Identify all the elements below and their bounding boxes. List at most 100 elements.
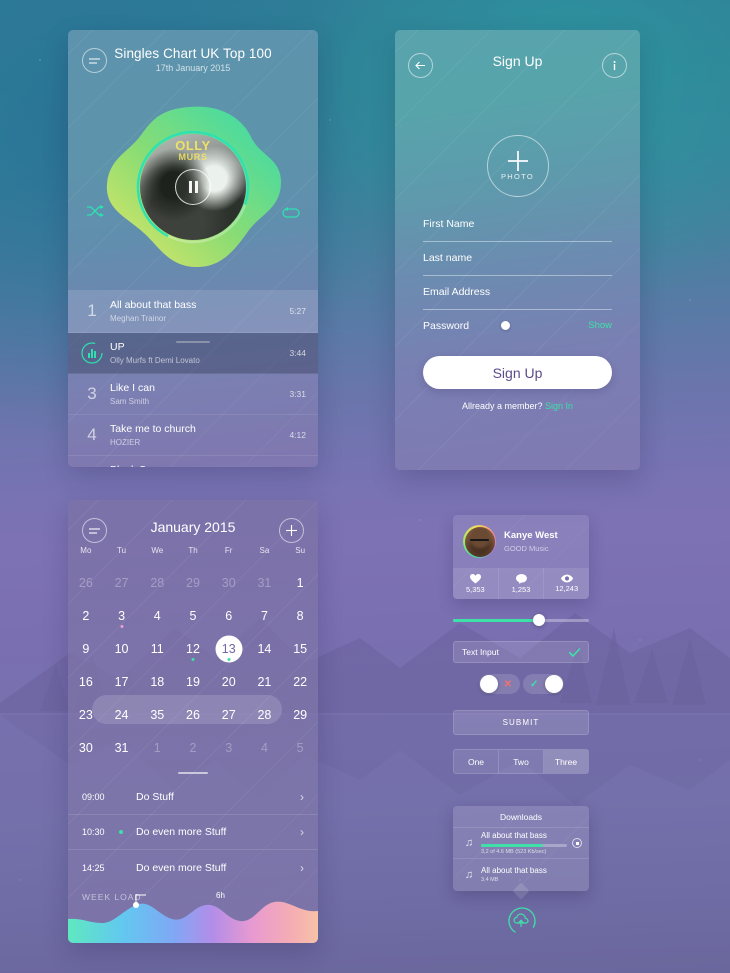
- calendar-day[interactable]: 30: [211, 566, 247, 599]
- signin-link[interactable]: Sign In: [545, 401, 573, 411]
- last-name-field[interactable]: Last name: [423, 252, 612, 276]
- stat-views[interactable]: 12,243: [544, 568, 589, 599]
- calendar-day[interactable]: 2: [68, 599, 104, 632]
- player-title: Singles Chart UK Top 100: [114, 46, 272, 61]
- calendar-day[interactable]: 3: [104, 599, 140, 632]
- toggle-on[interactable]: ✓: [523, 674, 564, 694]
- calendar-day[interactable]: 6: [211, 599, 247, 632]
- stat-value: 12,243: [555, 584, 579, 593]
- event-time: 14:25: [82, 862, 105, 873]
- calendar-day[interactable]: 7: [247, 599, 283, 632]
- calendar-day[interactable]: 26: [175, 698, 211, 731]
- calendar-day[interactable]: 27: [211, 698, 247, 731]
- calendar-day[interactable]: 29: [175, 566, 211, 599]
- calendar-day[interactable]: 10: [104, 632, 140, 665]
- calendar-day[interactable]: 23: [68, 698, 104, 731]
- segment-one[interactable]: One: [454, 750, 499, 773]
- slider-knob[interactable]: [532, 614, 545, 626]
- signup-submit-button[interactable]: Sign Up: [423, 356, 612, 389]
- track-row[interactable]: 4 Take me to church HOZIER 4:12: [68, 415, 318, 456]
- calendar-day[interactable]: 3: [211, 731, 247, 764]
- cloud-download-icon[interactable]: [507, 906, 537, 936]
- calendar-day[interactable]: 1: [282, 566, 318, 599]
- calendar-day[interactable]: 19: [175, 665, 211, 698]
- email-field[interactable]: Email Address: [423, 286, 612, 330]
- download-row[interactable]: ♫ All about that bass 3.4 MB: [453, 859, 589, 890]
- calendar-day-selected[interactable]: 13: [211, 632, 247, 665]
- eye-icon: [560, 574, 573, 583]
- calendar-day[interactable]: 28: [139, 566, 175, 599]
- toggle-off[interactable]: ✕: [479, 674, 520, 694]
- calendar-day[interactable]: 26: [68, 566, 104, 599]
- calendar-day[interactable]: 28: [247, 698, 283, 731]
- pause-icon[interactable]: [175, 169, 211, 205]
- calendar-day[interactable]: 30: [68, 731, 104, 764]
- calendar-day-number: 12: [186, 641, 200, 656]
- event-name: Do even more Stuff: [136, 826, 227, 838]
- track-title: UP: [110, 341, 125, 354]
- segment-three[interactable]: Three: [544, 750, 588, 773]
- stop-download-button[interactable]: [572, 838, 582, 848]
- calendar-day-dot: [227, 658, 231, 661]
- plus-circle-icon[interactable]: [279, 518, 304, 543]
- calendar-day[interactable]: 9: [68, 632, 104, 665]
- agenda-row[interactable]: 10:30 Do even more Stuff ›: [68, 815, 318, 850]
- text-input[interactable]: Text Input: [453, 641, 589, 663]
- info-icon[interactable]: [602, 53, 627, 78]
- calendar-day[interactable]: 15: [282, 632, 318, 665]
- calendar-day[interactable]: 27: [104, 566, 140, 599]
- calendar-day[interactable]: 24: [104, 698, 140, 731]
- calendar-day[interactable]: 2: [175, 731, 211, 764]
- calendar-day[interactable]: 31: [247, 566, 283, 599]
- calendar-day-number: 7: [260, 608, 268, 623]
- calendar-day[interactable]: 14: [247, 632, 283, 665]
- submit-button[interactable]: SUBMIT: [453, 710, 589, 735]
- calendar-day-number: 31: [114, 740, 129, 755]
- calendar-day[interactable]: 4: [139, 599, 175, 632]
- stat-comments[interactable]: 1,253: [499, 568, 545, 599]
- photo-upload-button[interactable]: PHOTO: [486, 135, 549, 197]
- shuffle-icon[interactable]: [86, 204, 104, 222]
- calendar-day[interactable]: 8: [282, 599, 318, 632]
- avatar[interactable]: [463, 525, 496, 558]
- track-row-playing[interactable]: UP Olly Murfs ft Demi Lovato 3:44: [68, 333, 318, 374]
- agenda-row[interactable]: 09:00 Do Stuff ›: [68, 780, 318, 815]
- calendar-day[interactable]: 5: [175, 599, 211, 632]
- track-row[interactable]: 5 Blank Space Taylor Swift 5:23: [68, 456, 318, 467]
- agenda-row[interactable]: 14:25 Do even more Stuff ›: [68, 850, 318, 885]
- calendar-day[interactable]: 11: [139, 632, 175, 665]
- stat-likes[interactable]: 5,353: [453, 568, 499, 599]
- show-password-button[interactable]: Show: [588, 320, 612, 331]
- segment-two[interactable]: Two: [499, 750, 544, 773]
- calendar-day[interactable]: 16: [68, 665, 104, 698]
- profile-label: GOOD Music: [504, 543, 549, 553]
- calendar-day[interactable]: 31: [104, 731, 140, 764]
- calendar-day[interactable]: 35: [139, 698, 175, 731]
- chevron-right-icon: ›: [300, 790, 304, 804]
- track-duration: 3:31: [289, 389, 306, 399]
- member-prompt-text: Allready a member?: [461, 401, 543, 411]
- calendar-day[interactable]: 20: [211, 665, 247, 698]
- calendar-day[interactable]: 17: [104, 665, 140, 698]
- volume-slider[interactable]: [453, 614, 589, 626]
- calendar-day-number: 21: [257, 674, 272, 689]
- calendar-day[interactable]: 29: [282, 698, 318, 731]
- drag-handle[interactable]: [178, 772, 208, 774]
- calendar-day[interactable]: 12: [175, 632, 211, 665]
- calendar-day-number: 6: [225, 608, 233, 623]
- calendar-day[interactable]: 21: [247, 665, 283, 698]
- photo-label: PHOTO: [500, 171, 535, 181]
- calendar-day[interactable]: 5: [282, 731, 318, 764]
- download-row-active[interactable]: ♫ All about that bass 3,2 of 4.6 MB (523…: [453, 828, 589, 859]
- track-row[interactable]: 1 All about that bass Meghan Trainor 5:2…: [68, 290, 318, 333]
- calendar-day-number: 35: [150, 707, 165, 722]
- track-row[interactable]: 3 Like I can Sam Smith 3:31: [68, 374, 318, 415]
- calendar-day[interactable]: 4: [247, 731, 283, 764]
- calendar-day[interactable]: 18: [139, 665, 175, 698]
- calendar-day[interactable]: 1: [139, 731, 175, 764]
- track-artist: Meghan Trainor: [110, 313, 167, 323]
- password-field[interactable]: Password Show: [423, 320, 612, 344]
- repeat-icon[interactable]: [282, 206, 300, 224]
- first-name-field[interactable]: First Name: [423, 218, 612, 242]
- calendar-day[interactable]: 22: [282, 665, 318, 698]
